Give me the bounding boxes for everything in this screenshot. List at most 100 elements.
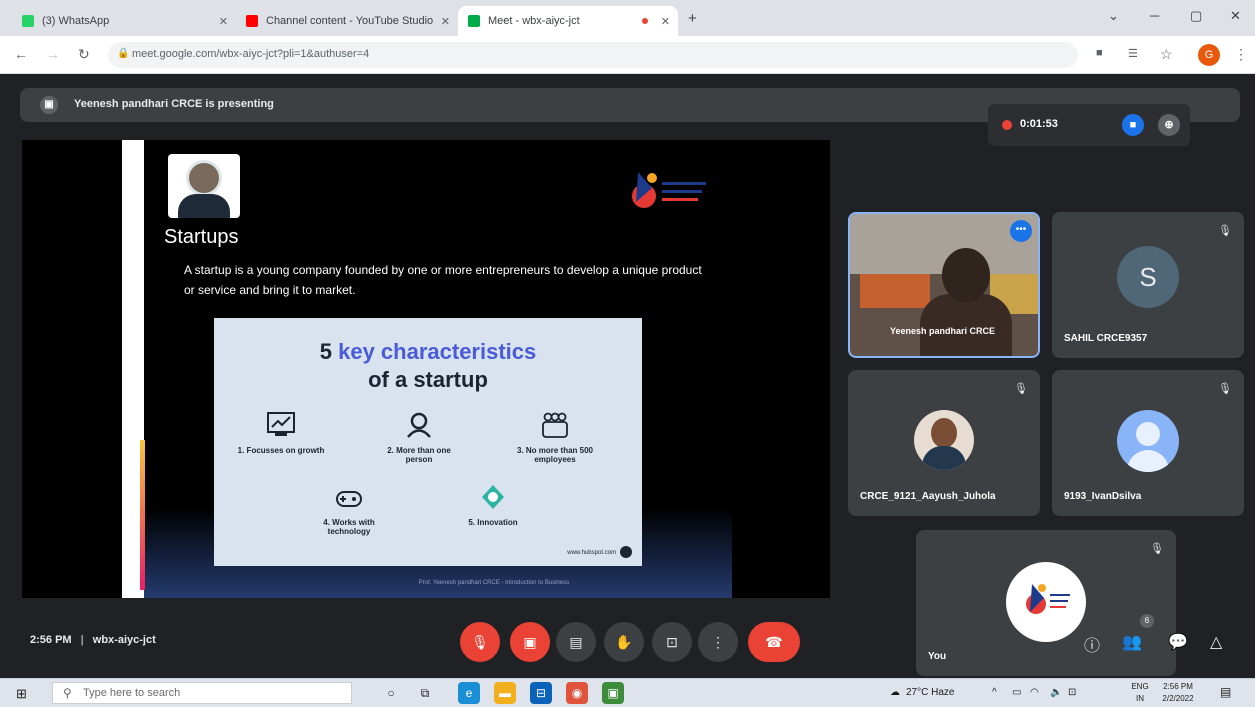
chart-icon <box>267 412 295 436</box>
call-controls: 2:56 PM | wbx-aiyc-jct 🎙 ▣ ▤ ✋ ⊡ ⋮ ☎ ⓘ 6… <box>0 604 1255 678</box>
store-icon[interactable]: ⊟ <box>530 682 552 704</box>
search-icon: ⚲ <box>63 686 72 700</box>
presenter-photo <box>168 154 240 218</box>
youtube-icon <box>246 15 258 27</box>
pin-icon[interactable]: ⊕ <box>1158 114 1180 136</box>
mic-off-icon: 🎙 <box>1218 383 1232 395</box>
recording-tab-indicator-icon <box>642 18 648 24</box>
present-screen-icon: ▣ <box>40 96 58 114</box>
chat-icon[interactable]: 💬 <box>1168 632 1188 652</box>
photos-icon[interactable]: ▣ <box>602 682 624 704</box>
bookmark-star-icon[interactable]: ☆ <box>1160 46 1173 63</box>
forward-icon[interactable]: → <box>46 46 60 62</box>
idea-icon <box>482 485 504 509</box>
profile-avatar[interactable]: G <box>1198 44 1220 66</box>
more-options-icon[interactable]: ••• <box>1010 220 1032 242</box>
gamepad-icon <box>336 491 362 507</box>
present-now-button[interactable]: ⊡ <box>652 622 692 662</box>
weather-icon[interactable]: ☁ <box>890 687 900 698</box>
close-window-icon[interactable]: ✕ <box>1230 8 1241 24</box>
volume-icon[interactable]: 🔈 <box>1050 687 1062 698</box>
participant-name: Yeenesh pandhari CRCE <box>890 326 996 336</box>
windows-start-icon[interactable]: ⊞ <box>16 686 27 702</box>
network-icon[interactable]: ⊡ <box>1068 687 1076 698</box>
close-tab-icon[interactable]: ✕ <box>219 15 228 28</box>
captions-button[interactable]: ▤ <box>556 622 596 662</box>
maximize-icon[interactable]: ▢ <box>1190 8 1202 24</box>
lock-icon: 🔒 <box>117 48 130 59</box>
tray-chevron-icon[interactable]: ^ <box>992 687 997 698</box>
characteristic-item: 1. Focusses on growth <box>236 412 326 455</box>
raise-hand-button[interactable]: ✋ <box>604 622 644 662</box>
browser-toolbar: ← → ↻ 🔒 meet.google.com/wbx-aiyc-jct?pli… <box>0 36 1255 74</box>
file-explorer-icon[interactable]: ▬ <box>494 682 516 704</box>
tab-whatsapp[interactable]: (3) WhatsApp ✕ <box>12 6 236 36</box>
avatar <box>1117 410 1179 472</box>
source-logo-icon <box>620 546 632 558</box>
characteristic-item: 3. No more than 500 employees <box>510 412 600 464</box>
slide-accent-bar <box>140 440 145 590</box>
person-icon <box>407 412 431 438</box>
extensions-icon[interactable]: ☰ <box>1128 47 1138 60</box>
wifi-icon[interactable]: ◠ <box>1030 687 1039 698</box>
weather-widget[interactable]: 27°C Haze <box>906 687 954 698</box>
windows-taskbar: ⊞ ⚲ Type here to search ○ ⧉ e ▬ ⊟ ◉ ▣ ☁ … <box>0 678 1255 707</box>
activities-icon[interactable]: △ <box>1210 632 1222 652</box>
participant-tile[interactable]: 🎙 CRCE_9121_Aayush_Juhola <box>848 370 1040 516</box>
leave-call-button[interactable]: ☎ <box>748 622 800 662</box>
mic-off-icon: 🎙 <box>1014 383 1028 395</box>
address-bar[interactable]: 🔒 meet.google.com/wbx-aiyc-jct?pli=1&aut… <box>108 42 1078 68</box>
meet-call-area: ▣ Yeenesh pandhari CRCE is presenting 0:… <box>0 74 1255 678</box>
minimize-icon[interactable]: ─ <box>1150 8 1159 23</box>
college-logo-icon <box>632 172 706 208</box>
stop-recording-button[interactable]: ■ <box>1122 114 1144 136</box>
mic-off-icon: 🎙 <box>1218 225 1232 237</box>
more-options-button[interactable]: ⋮ <box>698 622 738 662</box>
camera-toggle-button[interactable]: ▣ <box>510 622 550 662</box>
close-tab-icon[interactable]: ✕ <box>661 15 670 28</box>
infographic-title: 5 key characteristics of a startup <box>319 339 537 392</box>
taskbar-search[interactable]: ⚲ Type here to search <box>52 682 352 704</box>
meet-icon <box>468 15 480 27</box>
notifications-icon[interactable]: ▤ <box>1220 685 1231 699</box>
language-indicator[interactable]: ENG IN <box>1120 681 1160 705</box>
slide: Startups A startup is a young company fo… <box>122 140 732 598</box>
browser-menu-icon[interactable]: ⋮ <box>1234 46 1248 63</box>
taskbar-clock[interactable]: 2:56 PM 2/2/2022 <box>1158 681 1198 705</box>
tab-search-icon[interactable]: ⌄ <box>1108 8 1119 24</box>
avatar <box>914 410 974 470</box>
edge-icon[interactable]: e <box>458 682 480 704</box>
tab-youtube-studio[interactable]: Channel content - YouTube Studio ✕ <box>236 6 458 36</box>
cortana-icon[interactable]: ○ <box>380 682 402 704</box>
meeting-details: 2:56 PM | wbx-aiyc-jct <box>30 634 156 646</box>
participant-tile[interactable]: 🎙 9193_IvanDsilva <box>1052 370 1244 516</box>
camera-in-use-icon[interactable]: ■ <box>1096 47 1103 59</box>
participant-name: SAHIL CRCE9357 <box>1064 333 1148 344</box>
characteristic-item: 5. Innovation <box>448 484 538 527</box>
close-tab-icon[interactable]: ✕ <box>441 15 450 28</box>
task-view-icon[interactable]: ⧉ <box>414 682 436 704</box>
back-icon[interactable]: ← <box>14 46 28 62</box>
recording-indicator: 0:01:53 ■ ⊕ <box>988 104 1190 146</box>
meeting-details-icon[interactable]: ⓘ <box>1084 632 1100 656</box>
mic-toggle-button[interactable]: 🎙 <box>460 622 500 662</box>
slide-footer: Prof. Yeenesh pandhari CRCE - Introducti… <box>418 580 570 586</box>
mic-off-icon: 🎙 <box>1150 543 1164 555</box>
avatar: S <box>1117 246 1179 308</box>
characteristic-item: 2. More than one person <box>374 412 464 464</box>
tab-meet[interactable]: Meet - wbx-aiyc-jct ✕ <box>458 6 678 36</box>
browser-tab-strip: (3) WhatsApp ✕ Channel content - YouTube… <box>0 0 1255 36</box>
participant-name: CRCE_9121_Aayush_Juhola <box>860 491 996 502</box>
chrome-icon[interactable]: ◉ <box>566 682 588 704</box>
battery-icon[interactable]: ▭ <box>1012 687 1021 698</box>
reload-icon[interactable]: ↻ <box>78 46 90 63</box>
new-tab-button[interactable]: + <box>688 10 697 27</box>
slide-body-text: A startup is a young company founded by … <box>184 263 702 297</box>
presentation-stage: Startups A startup is a young company fo… <box>22 140 830 598</box>
people-icon[interactable]: 👥 <box>1122 632 1142 652</box>
recording-timer: 0:01:53 <box>1020 118 1058 130</box>
participant-tile-camera[interactable]: ••• Yeenesh pandhari CRCE <box>848 212 1040 358</box>
participant-tile[interactable]: 🎙 S SAHIL CRCE9357 <box>1052 212 1244 358</box>
whatsapp-icon <box>22 15 34 27</box>
participant-count-badge: 6 <box>1140 614 1154 628</box>
